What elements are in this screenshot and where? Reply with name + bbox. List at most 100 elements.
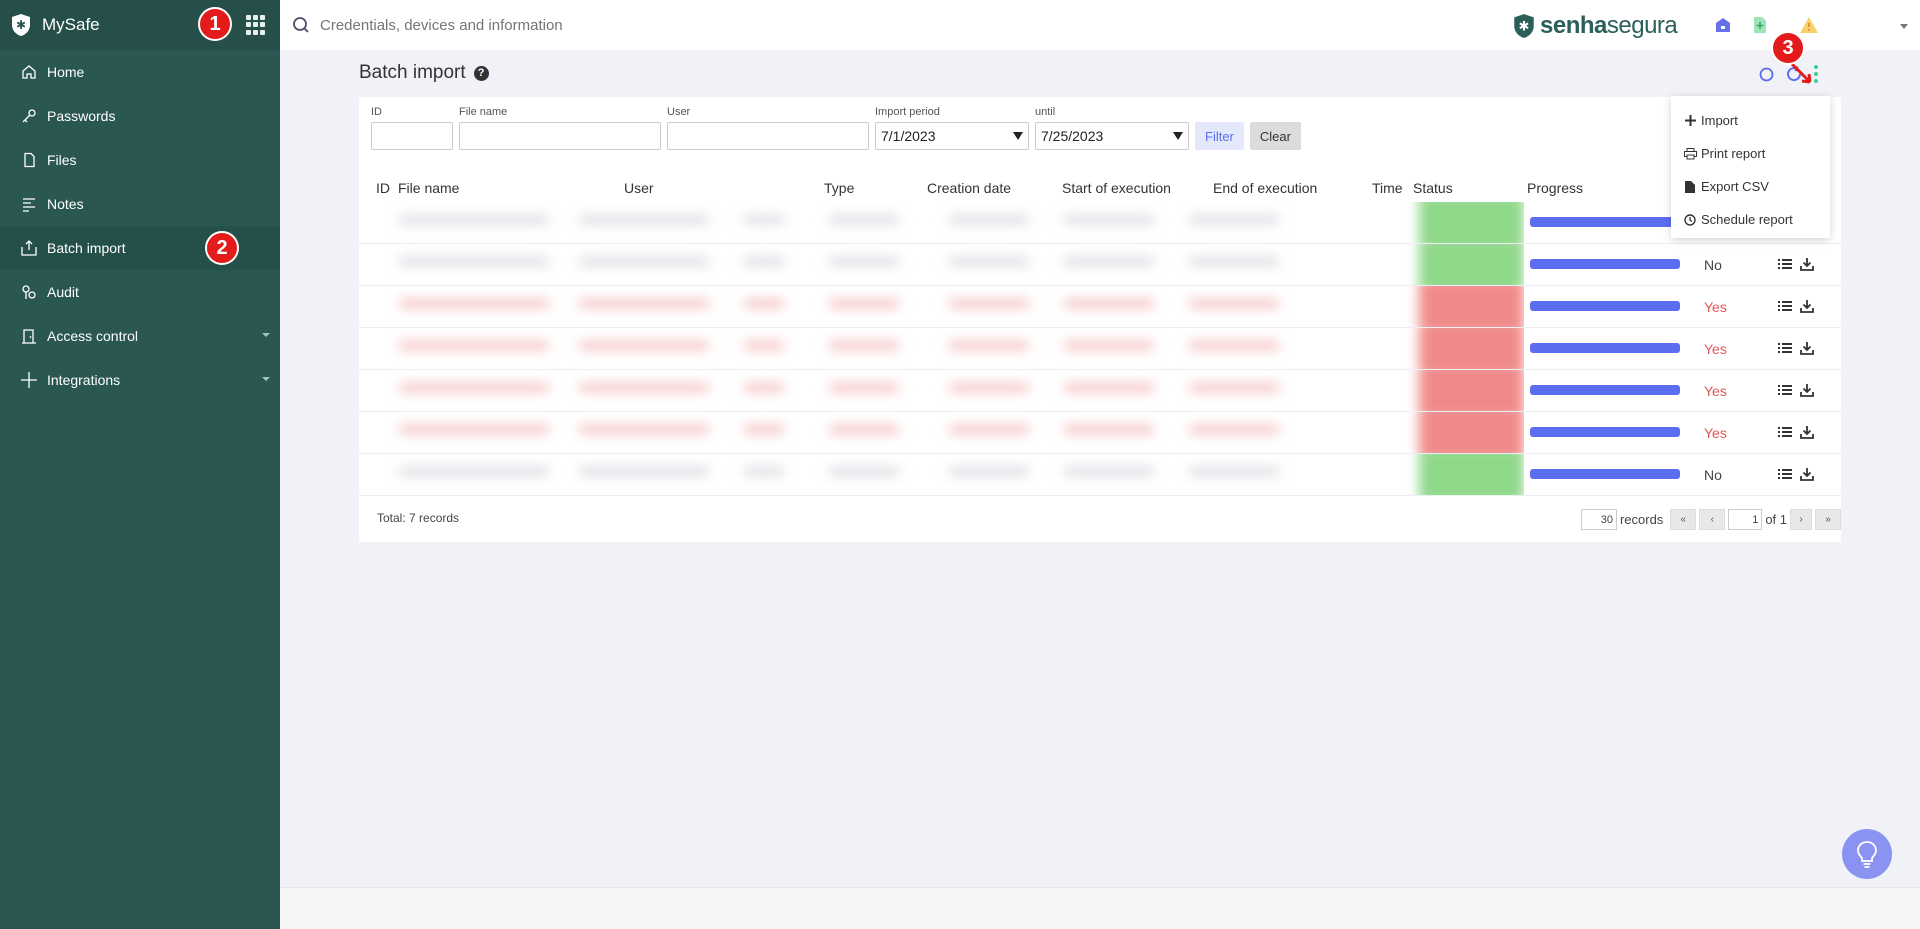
home-icon [20,63,38,81]
menu-item-print-report[interactable]: Print report [1671,137,1830,170]
status-indicator [1419,454,1524,495]
progress-bar [1530,259,1680,269]
first-page-button[interactable]: « [1670,509,1697,530]
app-name[interactable]: MySafe [42,15,100,35]
col-file-name[interactable]: File name [398,180,459,196]
table-row[interactable] [359,202,1841,244]
id-filter-input[interactable] [371,122,453,150]
next-page-button[interactable]: › [1790,509,1812,530]
brand-name-bold: senha [1540,12,1607,39]
user-filter-label: User [667,106,691,118]
search-icon [293,17,309,33]
redacted-row-content [359,202,1524,243]
sidebar-item-label: Notes [47,196,84,212]
audit-icon [20,283,38,301]
page-input[interactable] [1728,509,1763,530]
table-row[interactable]: Yes [359,412,1841,454]
download-icon[interactable] [1799,340,1815,356]
annotation-arrow-icon [1790,62,1812,84]
sidebar-item-integrations[interactable]: Integrations [0,358,280,402]
redacted-row-content [359,244,1524,285]
prev-page-button[interactable]: ‹ [1699,509,1726,530]
filter-button[interactable]: Filter [1195,122,1244,150]
sidebar-item-access-control[interactable]: Access control [0,314,280,358]
table-row[interactable]: Yes [359,328,1841,370]
details-list-icon[interactable] [1777,466,1793,482]
sidebar-item-notes[interactable]: Notes [0,182,280,226]
status-indicator [1419,328,1524,369]
file-icon [1683,180,1697,194]
download-icon[interactable] [1799,298,1815,314]
file-name-filter-input[interactable] [459,122,661,150]
last-page-button[interactable]: » [1815,509,1841,530]
col-type[interactable]: Type [824,180,854,196]
errors-value: No [1704,257,1722,273]
sidebar-item-home[interactable]: Home [0,50,280,94]
status-indicator [1419,412,1524,453]
details-list-icon[interactable] [1777,340,1793,356]
details-list-icon[interactable] [1777,256,1793,272]
redacted-row-content [359,412,1524,453]
col-time[interactable]: Time [1372,180,1403,196]
col-id[interactable]: ID [376,180,390,196]
search-input[interactable] [320,16,920,34]
sidebar-item-files[interactable]: Files [0,138,280,182]
brand-shield-icon: ✱ [1514,14,1534,38]
details-list-icon[interactable] [1777,298,1793,314]
period-from-select[interactable]: 7/1/2023 [875,122,1029,150]
errors-value: Yes [1704,425,1727,441]
clear-button[interactable]: Clear [1249,122,1301,150]
table-row[interactable]: No [359,454,1841,496]
details-list-icon[interactable] [1777,382,1793,398]
menu-item-import[interactable]: Import [1671,104,1830,137]
apps-grid-icon[interactable] [246,15,266,35]
user-filter-input[interactable] [667,122,869,150]
download-icon[interactable] [1799,256,1815,272]
col-creation-date[interactable]: Creation date [927,180,1011,196]
download-icon[interactable] [1799,466,1815,482]
filter-bar: ID File name User Import period 7/1/2023… [371,106,1301,150]
col-status[interactable]: Status [1413,180,1453,196]
col-user[interactable]: User [624,180,654,196]
status-indicator [1419,244,1524,285]
per-page-input[interactable] [1580,509,1617,530]
period-from-value: 7/1/2023 [881,128,936,144]
tips-button[interactable] [1842,829,1892,879]
upload-icon [20,239,38,257]
status-indicator [1419,286,1524,327]
download-icon[interactable] [1799,424,1815,440]
sidebar-item-label: Files [47,152,77,168]
errors-value: No [1704,467,1722,483]
sidebar-item-passwords[interactable]: Passwords [0,94,280,138]
sidebar-item-label: Access control [47,328,139,344]
add-file-icon[interactable] [1750,15,1770,35]
plus-icon [1683,114,1697,128]
col-start[interactable]: Start of execution [1062,180,1171,196]
vault-icon[interactable] [1713,15,1733,35]
table-row[interactable]: Yes [359,286,1841,328]
menu-item-export-csv[interactable]: Export CSV [1671,170,1830,203]
details-list-icon[interactable] [1777,424,1793,440]
status-indicator [1419,370,1524,411]
period-to-select[interactable]: 7/25/2023 [1035,122,1189,150]
batch-import-panel: ID File name User Import period 7/1/2023… [359,97,1841,542]
errors-value: Yes [1704,341,1727,357]
period-filter-label: Import period [875,106,940,118]
download-icon[interactable] [1799,382,1815,398]
redacted-row-content [359,370,1524,411]
sidebar-item-audit[interactable]: Audit [0,270,280,314]
user-menu-caret-icon[interactable] [1900,24,1908,29]
col-progress[interactable]: Progress [1527,180,1583,196]
plus-icon [20,371,38,389]
redacted-row-content [359,454,1524,495]
search-toggle-icon[interactable] [1758,66,1775,83]
footer-strip [280,887,1920,929]
warning-icon[interactable] [1799,15,1819,35]
annotation-badge-1: 1 [198,7,232,41]
menu-item-schedule-report[interactable]: Schedule report [1671,203,1830,236]
table-row[interactable]: No [359,244,1841,286]
help-icon[interactable]: ? [473,65,489,81]
col-end[interactable]: End of execution [1213,180,1317,196]
progress-bar [1530,301,1680,311]
table-row[interactable]: Yes [359,370,1841,412]
